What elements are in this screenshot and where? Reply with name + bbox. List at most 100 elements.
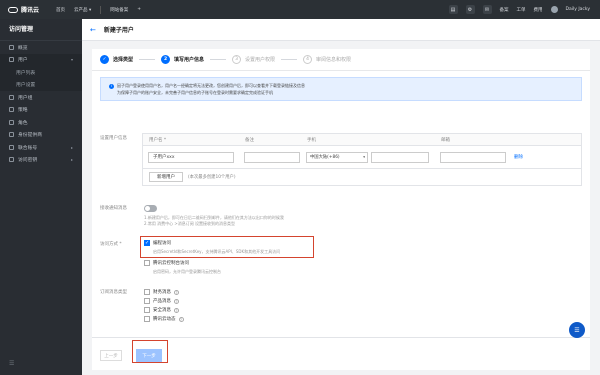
phone-region-select[interactable]: 中国大陆(+86) ▾ <box>306 151 368 163</box>
prev-button[interactable]: 上一步 <box>100 350 122 361</box>
settings-icon[interactable]: ⚙ <box>465 5 475 14</box>
email-input[interactable] <box>440 151 506 163</box>
programmatic-access-label: 编程访问 <box>153 241 171 246</box>
step-label: 填写用户信息 <box>174 57 205 63</box>
sidebar-item-0[interactable]: 概览 <box>0 41 82 54</box>
title-bar: ← 新建子用户 <box>82 19 600 41</box>
remark-input[interactable] <box>244 151 300 163</box>
help-icon[interactable]: ? <box>174 298 179 304</box>
brand-name: 腾讯云 <box>21 7 40 14</box>
sidebar-item-label: 用户列表 <box>16 70 36 76</box>
delete-row-link[interactable]: 删除 <box>514 154 523 160</box>
programmatic-access-checkbox[interactable]: 编程访问 <box>144 240 171 246</box>
email-notice-label: 接收通知消息 <box>100 206 127 211</box>
chevron-down-icon: ▾ <box>363 155 365 159</box>
top-nav: 首页 云产品 ▾ 网站备案 + <box>56 5 141 14</box>
step-2: 2 填写用户信息 <box>161 55 204 64</box>
help-icon[interactable]: ? <box>174 289 179 295</box>
notice-hint-2: 2.常用 消费中心 >消息订阅 设置接收到的消息类型 <box>144 221 235 226</box>
sidebar-item-5[interactable]: 策略 <box>0 104 82 117</box>
menu-icon <box>9 57 14 63</box>
table-header: 用户名 * 备注 手机 邮箱 <box>143 134 581 146</box>
sidebar-item-4[interactable]: 用户组 <box>0 91 82 104</box>
help-icon[interactable]: ? <box>174 307 179 313</box>
col-remark: 备注 <box>245 137 254 143</box>
sidebar-item-label: 用户设置 <box>16 83 36 89</box>
menu-icon <box>9 119 14 125</box>
table-row: 子用户xxx 中国大陆(+86) ▾ 删除 <box>143 146 581 168</box>
nav-icp[interactable]: 网站备案 <box>110 7 128 13</box>
mail-icon[interactable]: ✉ <box>482 5 492 14</box>
help-icon[interactable]: ? <box>178 316 184 322</box>
console-access-hint: 启用密码，允许用户登录腾讯云控制台 <box>153 269 221 274</box>
sidebar-item-8[interactable]: 联合账号 ▸ <box>0 141 82 154</box>
step-label: 设置用户权限 <box>245 57 276 63</box>
phone-input[interactable] <box>371 151 429 163</box>
sidebar-item-label: 用户组 <box>18 95 33 101</box>
notice-hint: 1.新建用户后，即可在日后二维码扫到邮件，请他们在其方法以出口你的时候我 2.常… <box>144 215 284 227</box>
step-connector <box>210 59 227 60</box>
user-table: 用户名 * 备注 手机 邮箱 子用户xxx 中国大陆(+86) ▾ 删除 新增用… <box>142 133 582 186</box>
sidebar-item-label: 角色 <box>18 120 28 126</box>
sidebar: 访问管理 概览用户 ▾ 用户列表用户设置用户组策略角色身份提供商 联合账号 ▸ 访问密钥 ▸… <box>0 19 82 375</box>
top-right-area: ▤ ⚙ ✉ 备案 工单 费用 Daily Jacky <box>448 5 600 14</box>
step-connector <box>281 59 298 60</box>
notice-toggle[interactable] <box>144 205 157 212</box>
nav-ticket[interactable]: 工单 <box>517 7 526 13</box>
sidebar-title: 访问管理 <box>0 19 82 41</box>
step-label: 选择类型 <box>113 57 134 63</box>
col-phone: 手机 <box>307 137 316 143</box>
sidebar-item-label: 概览 <box>18 45 28 51</box>
sidebar-item-9[interactable]: 访问密钥 ▸ <box>0 154 82 167</box>
user-name[interactable]: Daily Jacky <box>566 7 590 12</box>
menu-icon <box>9 107 14 113</box>
table-footer: 新增用户 (本次最多创建10个用户) <box>143 168 581 185</box>
menu-icon <box>9 132 14 138</box>
back-arrow-icon[interactable]: ← <box>90 26 96 34</box>
checkbox-icon <box>144 307 150 313</box>
msg-type-checkbox[interactable]: 腾讯云动态? <box>144 316 184 322</box>
chat-icon[interactable]: ☰ <box>569 322 585 338</box>
step-4: 4 审阅信息和权限 <box>303 55 351 64</box>
menu-icon <box>9 94 14 100</box>
brand-logo[interactable]: 腾讯云 <box>0 5 56 14</box>
chevron-icon: ▾ <box>70 57 73 63</box>
sidebar-item-6[interactable]: 角色 <box>0 116 82 129</box>
info-icon: i <box>109 84 114 89</box>
sidebar-item-label: 访问密钥 <box>18 158 38 164</box>
nav-beian[interactable]: 备案 <box>500 7 509 13</box>
msg-type-label: 安全消息 <box>153 308 171 313</box>
terminal-icon[interactable]: ▤ <box>448 5 458 14</box>
col-username: 用户名 * <box>149 137 167 143</box>
add-user-button[interactable]: 新增用户 <box>149 172 183 182</box>
msg-type-label: 财务消息 <box>153 290 171 295</box>
username-input[interactable]: 子用户xxx <box>148 151 234 163</box>
menu-icon <box>9 144 14 150</box>
step-3: 3 设置用户权限 <box>232 55 275 64</box>
nav-products[interactable]: 云产品 ▾ <box>74 7 91 13</box>
next-button[interactable]: 下一步 <box>136 349 162 362</box>
collapse-menu-icon[interactable]: ☰ <box>9 360 14 367</box>
checkbox-checked-icon <box>144 240 150 246</box>
console-access-label: 腾讯云控制台访问 <box>153 261 189 266</box>
notice-line-1: 因子用户登录使用用户名，用户名一经确定将无法更改，您创建用户后，即可以查看并下载… <box>117 83 305 88</box>
avatar[interactable] <box>550 6 558 13</box>
sidebar-item-1[interactable]: 用户 ▾ <box>0 53 82 66</box>
sidebar-item-3[interactable]: 用户设置 <box>0 78 82 91</box>
nav-billing[interactable]: 费用 <box>534 7 543 13</box>
msg-type-label: 订阅消息类型 <box>100 290 127 295</box>
sidebar-item-7[interactable]: 身份提供商 <box>0 129 82 142</box>
nav-home[interactable]: 首页 <box>56 7 65 13</box>
msg-type-checkbox[interactable]: 财务消息? <box>144 289 179 295</box>
console-access-checkbox[interactable]: 腾讯云控制台访问 <box>144 260 189 266</box>
msg-type-checkbox[interactable]: 产品消息? <box>144 298 179 304</box>
step-1: ✓ 选择类型 <box>100 55 133 64</box>
add-icon[interactable]: + <box>137 7 141 12</box>
notice-line-2: 为保障子用户的账户安全，未完善子用户信息的子账号在登录时需要求确定完成验证手机 <box>117 90 273 95</box>
step-number: 3 <box>232 55 242 64</box>
stepper: ✓ 选择类型 2 填写用户信息 3 设置用户权限 4 审阅信息和权限 <box>92 49 590 71</box>
sidebar-item-2[interactable]: 用户列表 <box>0 66 82 79</box>
col-email: 邮箱 <box>441 137 450 143</box>
sidebar-item-label: 联合账号 <box>18 145 38 151</box>
msg-type-checkbox[interactable]: 安全消息? <box>144 307 179 313</box>
